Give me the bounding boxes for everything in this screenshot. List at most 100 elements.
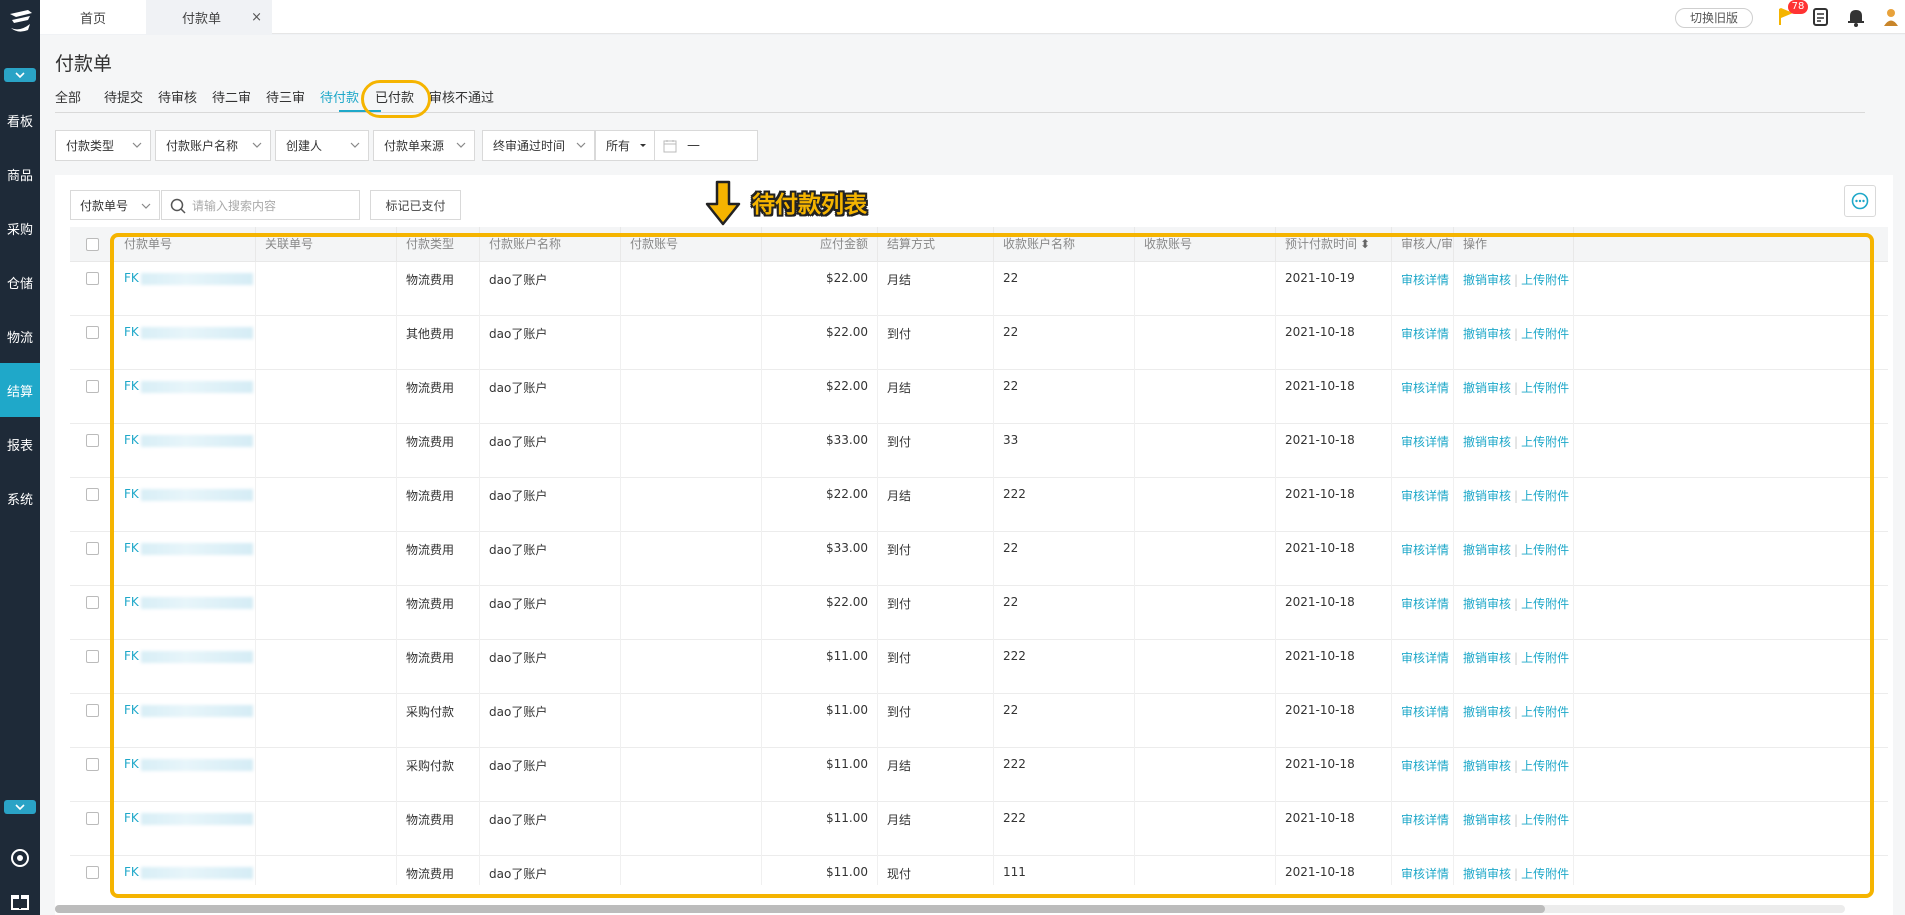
- revoke-review-link[interactable]: 撤销审核: [1463, 543, 1511, 557]
- upload-attachment-link[interactable]: 上传附件: [1521, 489, 1569, 503]
- payment-order-id-link[interactable]: FK: [115, 586, 256, 640]
- payment-order-id-link[interactable]: FK: [115, 640, 256, 694]
- tab-payment-orders[interactable]: 付款单 ×: [146, 0, 272, 34]
- payment-order-id-link[interactable]: FK: [115, 478, 256, 532]
- revoke-review-link[interactable]: 撤销审核: [1463, 867, 1511, 881]
- revoke-review-link[interactable]: 撤销审核: [1463, 813, 1511, 827]
- status-tab[interactable]: 待三审: [266, 87, 305, 106]
- search-input[interactable]: 请输入搜索内容: [161, 190, 360, 220]
- review-detail-link[interactable]: 审核详情: [1392, 640, 1454, 694]
- review-detail-link[interactable]: 审核详情: [1392, 586, 1454, 640]
- row-checkbox[interactable]: [86, 812, 99, 825]
- revoke-review-link[interactable]: 撤销审核: [1463, 759, 1511, 773]
- revoke-review-link[interactable]: 撤销审核: [1463, 489, 1511, 503]
- sidebar-expand-button[interactable]: [4, 68, 36, 82]
- tab-home[interactable]: 首页: [40, 0, 146, 34]
- revoke-review-link[interactable]: 撤销审核: [1463, 651, 1511, 665]
- filter-source[interactable]: 付款单来源: [373, 130, 475, 161]
- status-tab[interactable]: 全部: [55, 87, 81, 106]
- row-checkbox[interactable]: [86, 272, 99, 285]
- payment-order-id-link[interactable]: FK: [115, 694, 256, 748]
- filter-creator[interactable]: 创建人: [275, 130, 369, 161]
- filter-payment-type[interactable]: 付款类型: [55, 130, 151, 161]
- upload-attachment-link[interactable]: 上传附件: [1521, 867, 1569, 881]
- payment-order-id-link[interactable]: FK: [115, 802, 256, 856]
- payment-order-id-link[interactable]: FK: [115, 424, 256, 478]
- status-tab[interactable]: 审核不通过: [429, 87, 494, 106]
- review-detail-link[interactable]: 审核详情: [1392, 478, 1454, 532]
- filter-payment-account[interactable]: 付款账户名称: [155, 130, 271, 161]
- sidebar-item[interactable]: 商品: [0, 147, 40, 201]
- payment-order-id-link[interactable]: FK: [115, 316, 256, 370]
- column-header[interactable]: 预计付款时间 ⬍: [1276, 227, 1392, 262]
- review-detail-link[interactable]: 审核详情: [1392, 694, 1454, 748]
- revoke-review-link[interactable]: 撤销审核: [1463, 273, 1511, 287]
- sidebar-item[interactable]: 看板: [0, 93, 40, 147]
- review-detail-link[interactable]: 审核详情: [1392, 532, 1454, 586]
- row-checkbox[interactable]: [86, 542, 99, 555]
- notes-icon[interactable]: [1811, 7, 1831, 27]
- search-field-select[interactable]: 付款单号: [70, 190, 160, 220]
- status-tab[interactable]: 待提交: [104, 87, 143, 106]
- scrollbar-thumb[interactable]: [55, 905, 1545, 913]
- gift-icon[interactable]: [9, 889, 31, 911]
- upload-attachment-link[interactable]: 上传附件: [1521, 381, 1569, 395]
- logo-icon[interactable]: [6, 6, 36, 36]
- row-checkbox[interactable]: [86, 488, 99, 501]
- revoke-review-link[interactable]: 撤销审核: [1463, 381, 1511, 395]
- status-tab[interactable]: 待审核: [158, 87, 197, 106]
- sidebar-item[interactable]: 仓储: [0, 255, 40, 309]
- sidebar-item[interactable]: 报表: [0, 417, 40, 471]
- row-checkbox[interactable]: [86, 326, 99, 339]
- upload-attachment-link[interactable]: 上传附件: [1521, 705, 1569, 719]
- upload-attachment-link[interactable]: 上传附件: [1521, 435, 1569, 449]
- bell-icon[interactable]: [1846, 7, 1866, 27]
- row-checkbox[interactable]: [86, 380, 99, 393]
- horizontal-scrollbar[interactable]: [55, 905, 1845, 913]
- sidebar-item[interactable]: 结算: [0, 363, 40, 417]
- upload-attachment-link[interactable]: 上传附件: [1521, 273, 1569, 287]
- upload-attachment-link[interactable]: 上传附件: [1521, 651, 1569, 665]
- column-settings-button[interactable]: [1844, 185, 1876, 217]
- row-checkbox[interactable]: [86, 434, 99, 447]
- status-tab[interactable]: 待付款: [320, 87, 359, 106]
- mark-paid-button[interactable]: 标记已支付: [370, 190, 461, 220]
- revoke-review-link[interactable]: 撤销审核: [1463, 435, 1511, 449]
- payment-order-id-link[interactable]: FK: [115, 856, 256, 885]
- row-checkbox[interactable]: [86, 650, 99, 663]
- row-checkbox[interactable]: [86, 866, 99, 879]
- payment-order-id-link[interactable]: FK: [115, 262, 256, 316]
- upload-attachment-link[interactable]: 上传附件: [1521, 813, 1569, 827]
- payment-order-id-link[interactable]: FK: [115, 748, 256, 802]
- status-tab[interactable]: 待二审: [212, 87, 251, 106]
- review-detail-link[interactable]: 审核详情: [1392, 262, 1454, 316]
- filter-time-range[interactable]: 所有: [595, 130, 655, 161]
- upload-attachment-link[interactable]: 上传附件: [1521, 759, 1569, 773]
- review-detail-link[interactable]: 审核详情: [1392, 370, 1454, 424]
- select-all-checkbox[interactable]: [86, 238, 99, 251]
- revoke-review-link[interactable]: 撤销审核: [1463, 705, 1511, 719]
- sidebar-item[interactable]: 采购: [0, 201, 40, 255]
- filter-final-approval-time[interactable]: 终审通过时间: [482, 130, 595, 161]
- payment-order-id-link[interactable]: FK: [115, 370, 256, 424]
- switch-old-version-button[interactable]: 切换旧版: [1675, 8, 1754, 28]
- revoke-review-link[interactable]: 撤销审核: [1463, 327, 1511, 341]
- upload-attachment-link[interactable]: 上传附件: [1521, 327, 1569, 341]
- payment-order-id-link[interactable]: FK: [115, 532, 256, 586]
- review-detail-link[interactable]: 审核详情: [1392, 856, 1454, 885]
- support-icon[interactable]: [9, 847, 31, 869]
- revoke-review-link[interactable]: 撤销审核: [1463, 597, 1511, 611]
- review-detail-link[interactable]: 审核详情: [1392, 316, 1454, 370]
- row-checkbox[interactable]: [86, 596, 99, 609]
- date-range-picker[interactable]: —: [654, 130, 758, 161]
- review-detail-link[interactable]: 审核详情: [1392, 802, 1454, 856]
- row-checkbox[interactable]: [86, 704, 99, 717]
- user-avatar-icon[interactable]: [1881, 7, 1901, 27]
- upload-attachment-link[interactable]: 上传附件: [1521, 597, 1569, 611]
- review-detail-link[interactable]: 审核详情: [1392, 748, 1454, 802]
- sidebar-item[interactable]: 物流: [0, 309, 40, 363]
- review-detail-link[interactable]: 审核详情: [1392, 424, 1454, 478]
- row-checkbox[interactable]: [86, 758, 99, 771]
- close-icon[interactable]: ×: [251, 10, 262, 25]
- upload-attachment-link[interactable]: 上传附件: [1521, 543, 1569, 557]
